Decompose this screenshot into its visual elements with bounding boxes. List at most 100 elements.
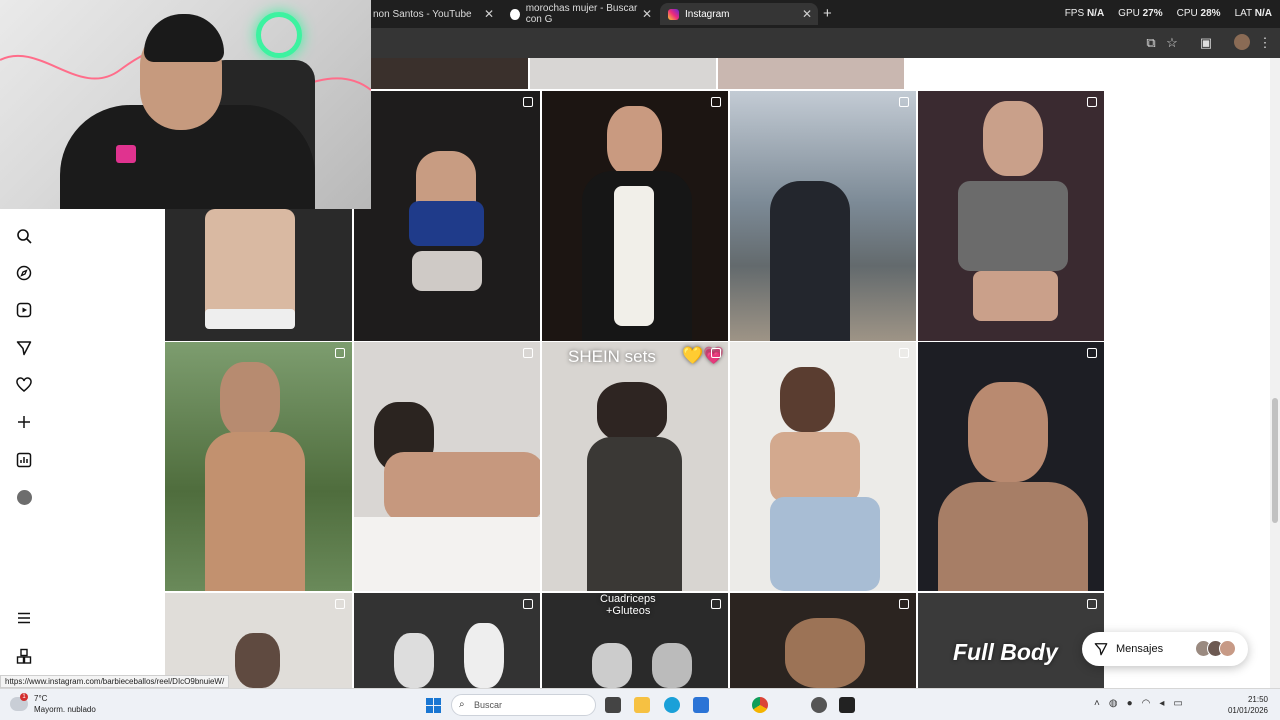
reel-icon — [1087, 348, 1097, 358]
post-thumbnail[interactable] — [730, 593, 916, 688]
performance-overlay: FPS N/A GPU 27% CPU 28% LAT N/A — [1065, 8, 1272, 19]
tab-google[interactable]: morochas mujer - Buscar con G ✕ — [502, 3, 658, 25]
post-thumbnail[interactable] — [542, 91, 728, 341]
post-thumbnail[interactable] — [730, 91, 916, 341]
fps-value: N/A — [1086, 8, 1105, 19]
tab-instagram-label: Instagram — [685, 8, 730, 20]
new-tab-button[interactable]: + — [823, 5, 832, 22]
bookmark-star-icon[interactable]: ☆ — [1163, 34, 1181, 52]
reel-icon — [899, 97, 909, 107]
messages-avatars — [1195, 640, 1236, 657]
instagram-sidebar — [0, 208, 48, 688]
page-scrollbar[interactable] — [1270, 58, 1280, 688]
reel-icon — [523, 97, 533, 107]
app-icon[interactable] — [839, 697, 855, 713]
screen: non Santos - YouTube ✕ morochas mujer - … — [0, 0, 1280, 720]
reel-icon — [523, 348, 533, 358]
windows-taskbar: 1 7°C Mayorm. nublado ⌕ Buscar ˄ ◍ ● ◠ ◂… — [0, 688, 1280, 720]
profile-avatar[interactable] — [1234, 34, 1250, 50]
network-icon[interactable]: ◍ — [1109, 698, 1118, 709]
messages-label: Mensajes — [1116, 643, 1164, 655]
post-thumbnail[interactable] — [918, 91, 1104, 341]
taskbar-clock[interactable]: 21:50 01/01/2026 — [1228, 694, 1268, 716]
extensions-icon[interactable]: ▣ — [1197, 34, 1215, 52]
search-icon: ⌕ — [459, 699, 465, 710]
windows-start-button[interactable] — [426, 698, 441, 713]
search-placeholder: Buscar — [474, 700, 503, 710]
menu-dots-icon[interactable]: ⋮ — [1256, 34, 1274, 52]
send-icon — [1094, 643, 1108, 656]
messages-button[interactable]: Mensajes — [1082, 632, 1248, 666]
post-thumbnail[interactable]: SHEIN sets 💛💗 — [542, 342, 728, 591]
post-caption-line2: +Gluteos — [606, 605, 651, 617]
reel-icon — [711, 599, 721, 609]
insights-chart-icon[interactable] — [15, 451, 33, 469]
status-url-bar: https://www.instagram.com/barbieceballos… — [0, 675, 230, 688]
post-thumbnail[interactable]: Cuadriceps +Gluteos — [542, 593, 728, 688]
tab-google-label: morochas mujer - Buscar con G — [525, 3, 638, 25]
battery-icon[interactable]: ▭ — [1173, 698, 1182, 709]
clock-time: 21:50 — [1247, 695, 1268, 704]
messages-send-icon[interactable] — [15, 339, 33, 357]
also-from-meta-icon[interactable] — [15, 647, 33, 665]
create-plus-icon[interactable] — [15, 413, 33, 431]
system-tray: ˄ ◍ ● ◠ ◂ ▭ — [1094, 698, 1183, 709]
post-thumbnail[interactable] — [165, 209, 352, 341]
google-icon — [510, 8, 520, 20]
post-thumbnail[interactable] — [354, 91, 540, 341]
install-app-icon[interactable]: ⧉ — [1142, 34, 1160, 52]
post-thumbnail[interactable] — [354, 593, 540, 688]
fps-label: FPS — [1064, 8, 1085, 19]
wifi-icon[interactable]: ◠ — [1142, 698, 1151, 709]
post-thumbnail[interactable]: Full Body — [918, 593, 1104, 688]
gpu-label: GPU — [1118, 8, 1140, 19]
explore-compass-icon[interactable] — [15, 264, 33, 282]
store-icon[interactable] — [693, 697, 709, 713]
post-caption: Full Body — [953, 639, 1058, 665]
tab-youtube[interactable]: non Santos - YouTube ✕ — [365, 3, 500, 25]
more-menu-icon[interactable] — [15, 609, 33, 627]
instagram-icon — [668, 8, 679, 20]
reel-icon — [523, 599, 533, 609]
search-icon[interactable] — [15, 227, 33, 245]
close-icon[interactable]: ✕ — [802, 7, 812, 21]
file-explorer-icon[interactable] — [634, 697, 650, 713]
volume-icon[interactable]: ◂ — [1159, 698, 1164, 709]
edge-icon[interactable] — [664, 697, 680, 713]
webcam-overlay — [0, 0, 371, 209]
lat-value: N/A — [1254, 8, 1272, 19]
post-thumbnail[interactable] — [354, 342, 540, 591]
close-icon[interactable]: ✕ — [484, 7, 494, 21]
page-right-margin — [1104, 58, 1270, 688]
reel-icon — [1087, 599, 1097, 609]
scrollbar-thumb[interactable] — [1272, 398, 1278, 523]
neon-logo — [256, 12, 302, 58]
tab-instagram[interactable]: Instagram ✕ — [660, 3, 818, 25]
reel-icon — [335, 348, 345, 358]
profile-avatar-icon[interactable] — [15, 488, 33, 506]
chevron-up-icon[interactable]: ˄ — [1094, 698, 1100, 709]
cup — [116, 145, 136, 163]
taskbar-search[interactable]: ⌕ Buscar — [451, 694, 596, 716]
weather-temp: 7°C — [34, 694, 48, 703]
post-thumbnail[interactable] — [918, 342, 1104, 591]
streamer-beanie — [144, 14, 224, 62]
task-view-icon[interactable] — [605, 697, 621, 713]
avatar — [1219, 640, 1236, 657]
microphone-icon[interactable]: ● — [1127, 698, 1133, 709]
notifications-heart-icon[interactable] — [15, 376, 33, 394]
reel-icon — [1087, 97, 1097, 107]
cpu-value: 28% — [1200, 8, 1221, 19]
chrome-icon[interactable] — [752, 697, 768, 713]
reel-icon — [711, 97, 721, 107]
app-icon[interactable] — [811, 697, 827, 713]
reels-icon[interactable] — [15, 301, 33, 319]
gpu-value: 27% — [1142, 8, 1163, 19]
close-icon[interactable]: ✕ — [642, 7, 652, 21]
post-thumbnail[interactable] — [165, 342, 352, 591]
notification-badge: 1 — [20, 693, 28, 701]
reel-icon — [711, 348, 721, 358]
reel-icon — [899, 348, 909, 358]
post-thumbnail[interactable] — [730, 342, 916, 591]
post-thumbnail[interactable] — [165, 593, 352, 688]
